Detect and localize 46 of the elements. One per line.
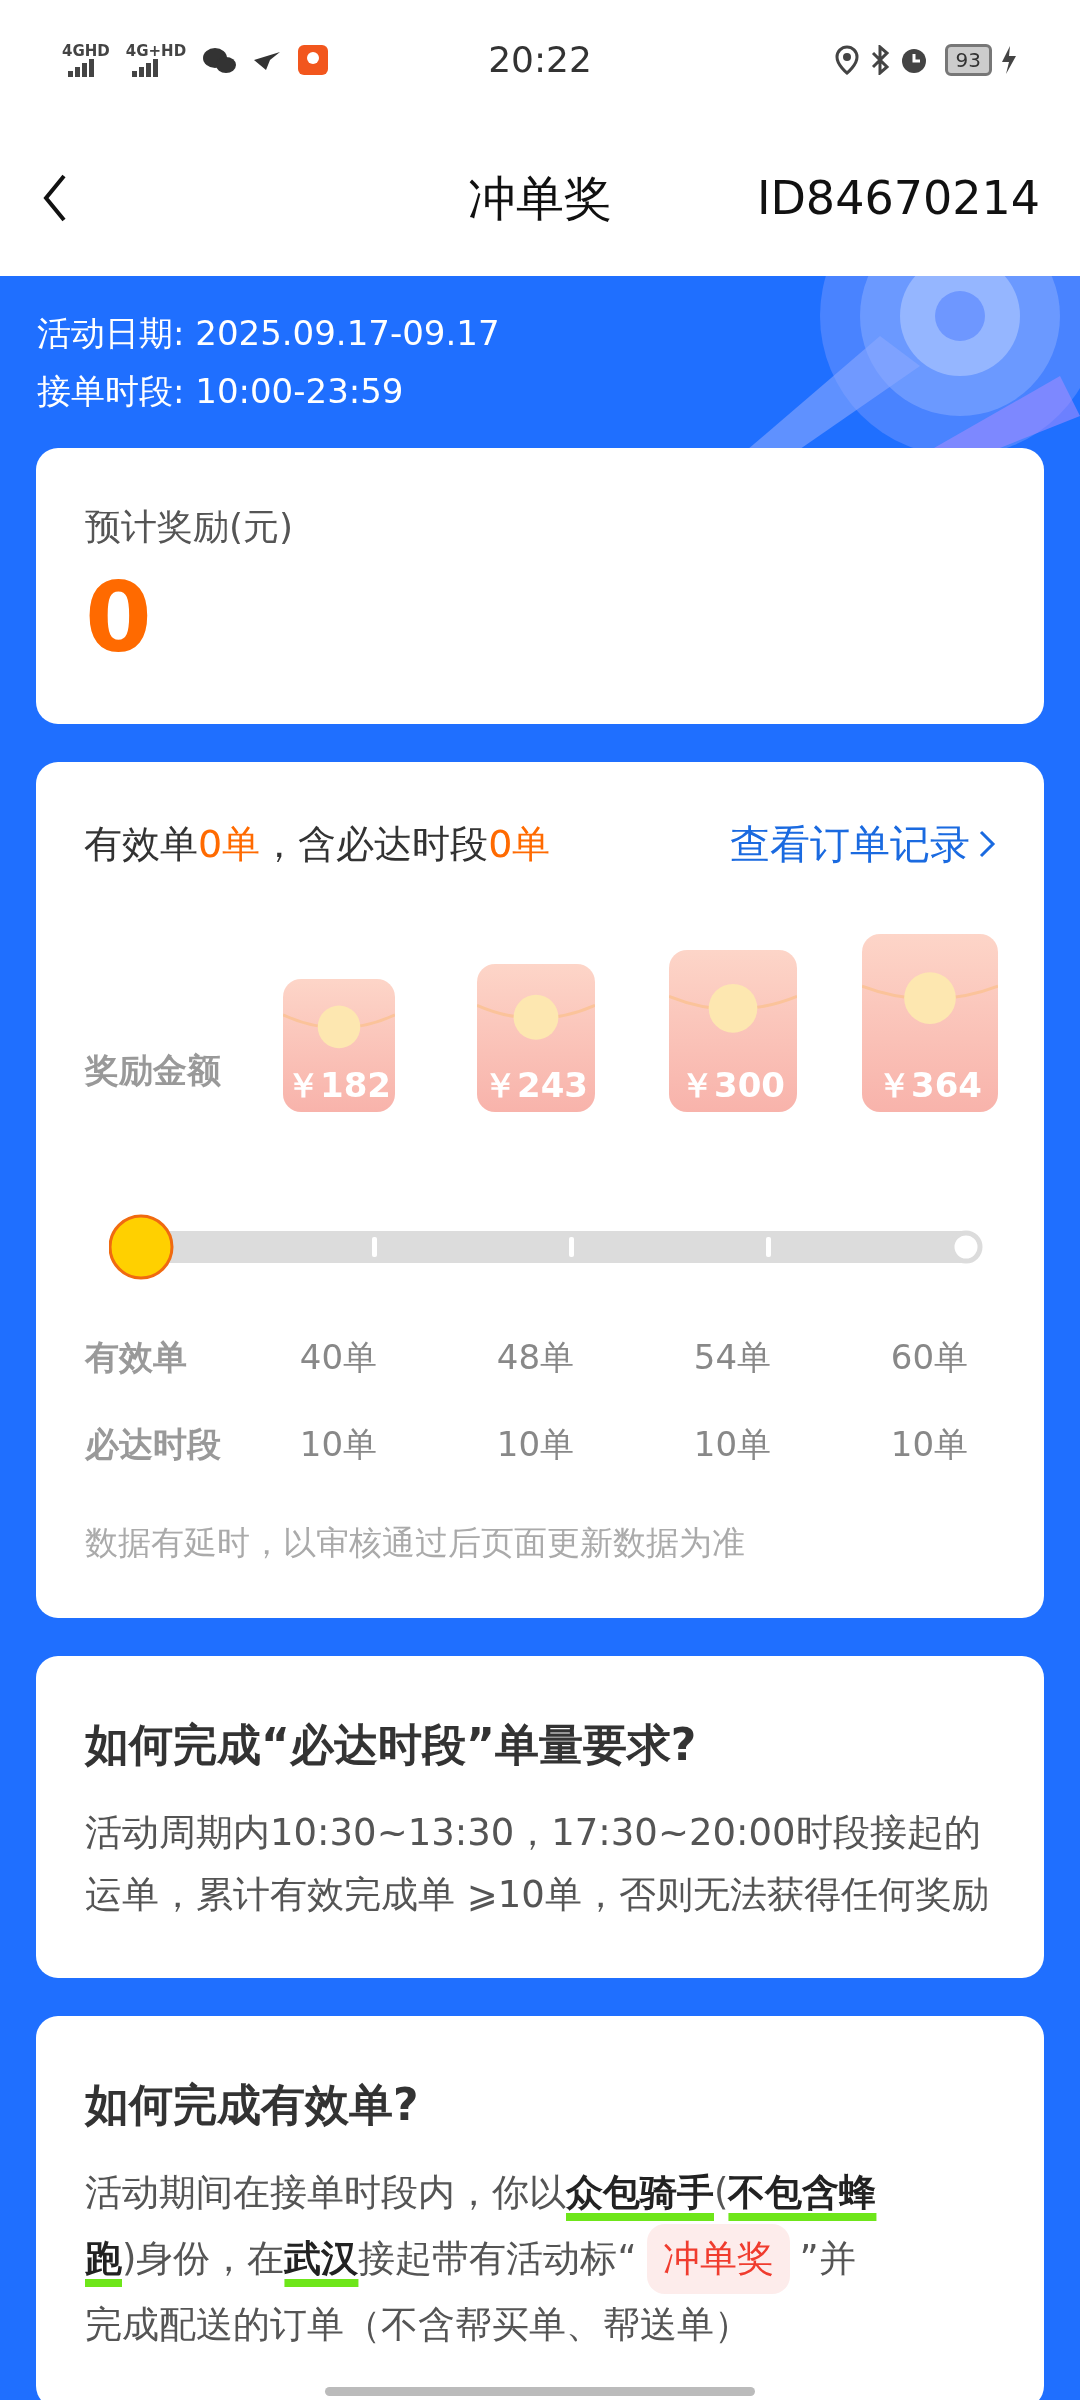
activity-tag: 冲单奖 bbox=[646, 2223, 790, 2294]
rule-heading: 如何完成有效单? bbox=[85, 2077, 420, 2132]
rider-id: ID84670214 bbox=[756, 169, 1040, 227]
table-cell-text: 10单 bbox=[495, 1423, 576, 1466]
battery-level: 93 bbox=[944, 44, 992, 76]
reward-amount: ￥300 bbox=[680, 1066, 785, 1107]
table-cell-text: 48单 bbox=[495, 1336, 576, 1379]
activity-date: 活动日期: 2025.09.17-09.17 bbox=[37, 312, 501, 355]
data-note: 数据有延时，以审核通过后页面更新数据为准 bbox=[84, 1522, 746, 1564]
order-count: 0单 bbox=[488, 820, 551, 868]
rule-text: 跑)身份，在武汉接起带有活动标“ bbox=[85, 2235, 637, 2282]
table-cell-text: 10单 bbox=[692, 1423, 773, 1466]
order-count: 0单 bbox=[198, 820, 261, 868]
network-label: 4GHD bbox=[62, 43, 110, 59]
app-icon bbox=[298, 45, 329, 75]
charging-icon bbox=[1000, 46, 1018, 74]
reward-amount: ￥364 bbox=[877, 1066, 982, 1107]
table-cell-text: 60单 bbox=[889, 1336, 970, 1379]
network-label: 4G+HD bbox=[125, 43, 187, 59]
reward-label: 预计奖励(元) bbox=[85, 505, 295, 549]
rule-text: 活动期间在接单时段内，你以众包骑手(不包含蜂 bbox=[85, 2169, 877, 2216]
table-cell-text: 54单 bbox=[692, 1336, 773, 1379]
reward-amount: ￥243 bbox=[483, 1066, 588, 1107]
reward-amount: ￥182 bbox=[286, 1066, 391, 1107]
clock: 20:22 bbox=[488, 38, 592, 82]
table-cell-text: 10单 bbox=[889, 1423, 970, 1466]
tick-mark bbox=[569, 1237, 574, 1257]
order-record-link[interactable]: 查看订单记录 bbox=[730, 814, 996, 874]
tick-mark bbox=[766, 1237, 771, 1257]
chevron-icon[interactable] bbox=[978, 829, 996, 859]
rule-heading: 如何完成“必达时段”单量要求? bbox=[85, 1717, 698, 1772]
reward-amount: 0 bbox=[85, 570, 153, 666]
row-label: 有效单 bbox=[85, 1336, 188, 1379]
rule-text: ”并 bbox=[799, 2235, 856, 2282]
row-label: 奖励金额 bbox=[85, 1049, 222, 1092]
rule-text: 活动周期内10:30~13:30，17:30~20:00时段接起的运单，累计有效完成单 ⩾10单，否则无法获得任何奖励 bbox=[85, 1810, 989, 1916]
table-cell-text: 10单 bbox=[298, 1423, 379, 1466]
rule-text: 完成配送的订单（不含帮买单、帮送单） bbox=[85, 2301, 751, 2348]
page-title: 冲单奖 bbox=[468, 169, 612, 228]
tick-mark bbox=[372, 1237, 377, 1257]
row-label: 必达时段 bbox=[85, 1423, 222, 1466]
order-count: ，含必达时段 bbox=[260, 820, 489, 868]
table-cell-text: 40单 bbox=[298, 1336, 379, 1379]
order-hours: 接单时段: 10:00-23:59 bbox=[37, 370, 405, 413]
order-count: 有效单 bbox=[84, 820, 198, 868]
chat-icon bbox=[202, 45, 237, 75]
